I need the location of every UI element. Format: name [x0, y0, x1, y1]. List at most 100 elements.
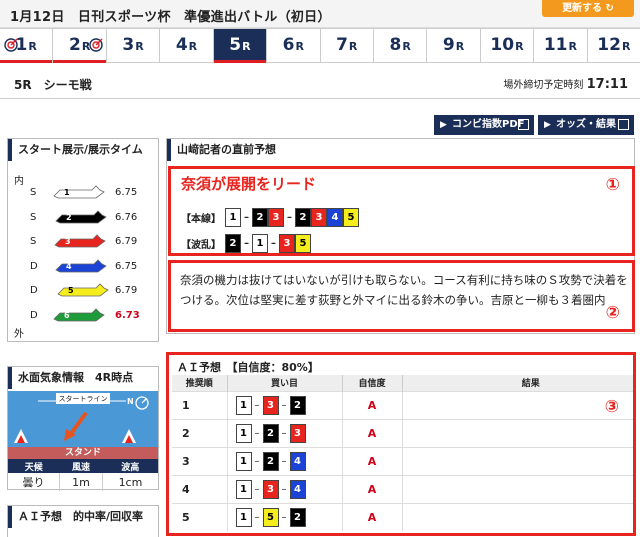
ai-confidence: A — [342, 390, 403, 419]
boat-icon: 6 — [52, 307, 106, 325]
ai-table: 推奨順 買い目 自信度 結果 1 1–3–2 A 2 1–2–3 A 3 1–2–4 A 4 1–3… — [172, 375, 633, 531]
badge-1: ① — [605, 175, 620, 195]
tab-suffix: R — [568, 40, 577, 53]
ai-rank: 2 — [172, 418, 228, 447]
tab-race-5[interactable]: 5R — [213, 29, 268, 63]
tab-race-4[interactable]: 4R — [160, 29, 214, 62]
boat-number-box: 3 — [268, 208, 284, 227]
exhibition-row: S 1 6.75 — [8, 182, 158, 206]
tab-suffix: R — [135, 40, 144, 53]
dash-separator: – — [244, 238, 249, 249]
weather-panel: 水面気象情報 4R時点 スタートライン N スタンド 天候 風速 波高 曇り 1… — [7, 366, 159, 491]
deadline-label: 場外締切予定時刻 — [503, 80, 584, 91]
wind-header: 風速 — [59, 459, 103, 473]
start-line-label: スタートライン — [58, 395, 108, 403]
dash-separator: – — [287, 212, 292, 223]
boat-icon: 1 — [52, 184, 106, 202]
tab-race-2[interactable]: 2R — [53, 29, 107, 63]
ai-result — [402, 390, 633, 419]
wave-value: 1cm — [118, 475, 143, 489]
tab-underline — [0, 60, 53, 63]
ai-result — [402, 474, 633, 503]
exhibition-row: D 4 6.75 — [8, 256, 158, 280]
boat-number: 3 — [65, 237, 71, 246]
deadline-time: 17:11 — [586, 77, 628, 92]
ai-rate-title: ＡＩ予想 的中率/回収率 — [8, 506, 158, 528]
ai-combo: 1–5–2 — [227, 502, 343, 531]
boat-icon: 2 — [54, 209, 108, 227]
wave-header: 波高 — [102, 459, 158, 473]
boat-number-box: 1 — [235, 451, 252, 471]
boat-number-box: 5 — [262, 507, 279, 527]
tab-race-10[interactable]: 10R — [481, 29, 535, 62]
stand-label: スタンド — [8, 447, 158, 459]
dash-separator: – — [271, 238, 276, 249]
badge-3: ③ — [604, 397, 619, 417]
tab-race-3[interactable]: 3R — [107, 29, 161, 62]
boat-number-box: 4 — [289, 451, 306, 471]
ai-rate-panel: ＡＩ予想 的中率/回収率 — [7, 505, 159, 537]
race-tabs: 1R 2R 3R 4R 5R 6R 7R 8R 9R 10R 11R 12R — [0, 28, 640, 63]
combi-pdf-button[interactable]: ▶ コンビ指数PDF — [434, 115, 534, 135]
ai-title: ＡＩ予想 【自信度：80%】 — [177, 361, 319, 374]
start-type: D — [30, 260, 38, 272]
dash-separator: – — [254, 483, 260, 495]
boat-number: 2 — [66, 212, 72, 222]
update-button[interactable]: 更新する ↻ — [542, 0, 634, 17]
arrow-right-icon: ▶ — [544, 120, 551, 130]
dash-separator: – — [254, 399, 260, 411]
tab-race-12[interactable]: 12R — [588, 29, 640, 62]
ai-combo: 1–3–2 — [227, 390, 343, 419]
start-type: S — [30, 187, 37, 198]
tab-number: 11 — [543, 35, 568, 55]
wind-value: 1m — [59, 473, 103, 491]
boat-number-box: 4 — [289, 479, 306, 499]
boat-number-box: 3 — [279, 234, 295, 253]
tab-number: 3 — [122, 35, 135, 55]
tab-number: 6 — [282, 35, 295, 55]
ai-confidence: A — [342, 502, 403, 531]
dash-separator: – — [254, 511, 260, 523]
boat-number-box: 5 — [295, 234, 311, 253]
main-line-row: 【本線】 1–2 3–2 3 4 5 — [181, 208, 359, 227]
odds-result-label: オッズ・結果 — [556, 119, 616, 130]
boat-number-box: 1 — [225, 208, 241, 227]
divider — [0, 98, 640, 99]
tab-number: 4 — [175, 35, 188, 55]
ai-rank: 5 — [172, 502, 228, 531]
exhibition-panel: スタート展示/展示タイム 内 S 1 6.75 S 2 6.76 S 3 6.79 D 4 6.75 D… — [7, 138, 159, 342]
weather-title: 水面気象情報 4R時点 — [8, 367, 158, 389]
outer-label: 外 — [14, 329, 24, 340]
tab-suffix: R — [621, 40, 631, 53]
boat-number-box: 4 — [327, 208, 343, 227]
ai-row: 1 1–3–2 A — [172, 390, 633, 419]
tab-race-7[interactable]: 7R — [321, 29, 374, 62]
tab-race-1[interactable]: 1R — [0, 29, 54, 63]
start-type: S — [30, 236, 37, 247]
exhibition-time: 6.79 — [115, 236, 138, 247]
tab-race-9[interactable]: 9R — [427, 29, 481, 62]
tab-number: 9 — [442, 35, 455, 55]
conf-header: 自信度 — [342, 375, 403, 391]
boat-number-box: 1 — [235, 395, 252, 415]
boat-number: 1 — [64, 188, 70, 197]
rank-header: 推奨順 — [172, 375, 228, 391]
tab-suffix: R — [402, 40, 411, 53]
tab-number: 12 — [597, 35, 621, 55]
boat-number-box: 2 — [225, 234, 241, 253]
tab-number: 5 — [229, 35, 242, 55]
tab-race-8[interactable]: 8R — [374, 29, 428, 62]
odds-result-button[interactable]: ▶ オッズ・結果 — [538, 115, 634, 135]
main-line-label: 【本線】 — [181, 214, 221, 225]
target-icon — [4, 31, 18, 52]
weather-table: 天候 風速 波高 曇り 1m 1cm — [8, 459, 158, 491]
ai-result — [402, 418, 633, 447]
course-diagram: スタートライン N — [8, 391, 158, 447]
combi-pdf-label: コンビ指数PDF — [452, 119, 525, 130]
race-name: 5R シーモ戦 — [14, 78, 92, 92]
boat-number-box: 3 — [311, 208, 327, 227]
tab-race-11[interactable]: 11R — [534, 29, 588, 62]
tab-race-6[interactable]: 6R — [267, 29, 321, 62]
tab-number: 2 — [68, 35, 81, 55]
exhibition-time: 6.75 — [115, 260, 138, 272]
